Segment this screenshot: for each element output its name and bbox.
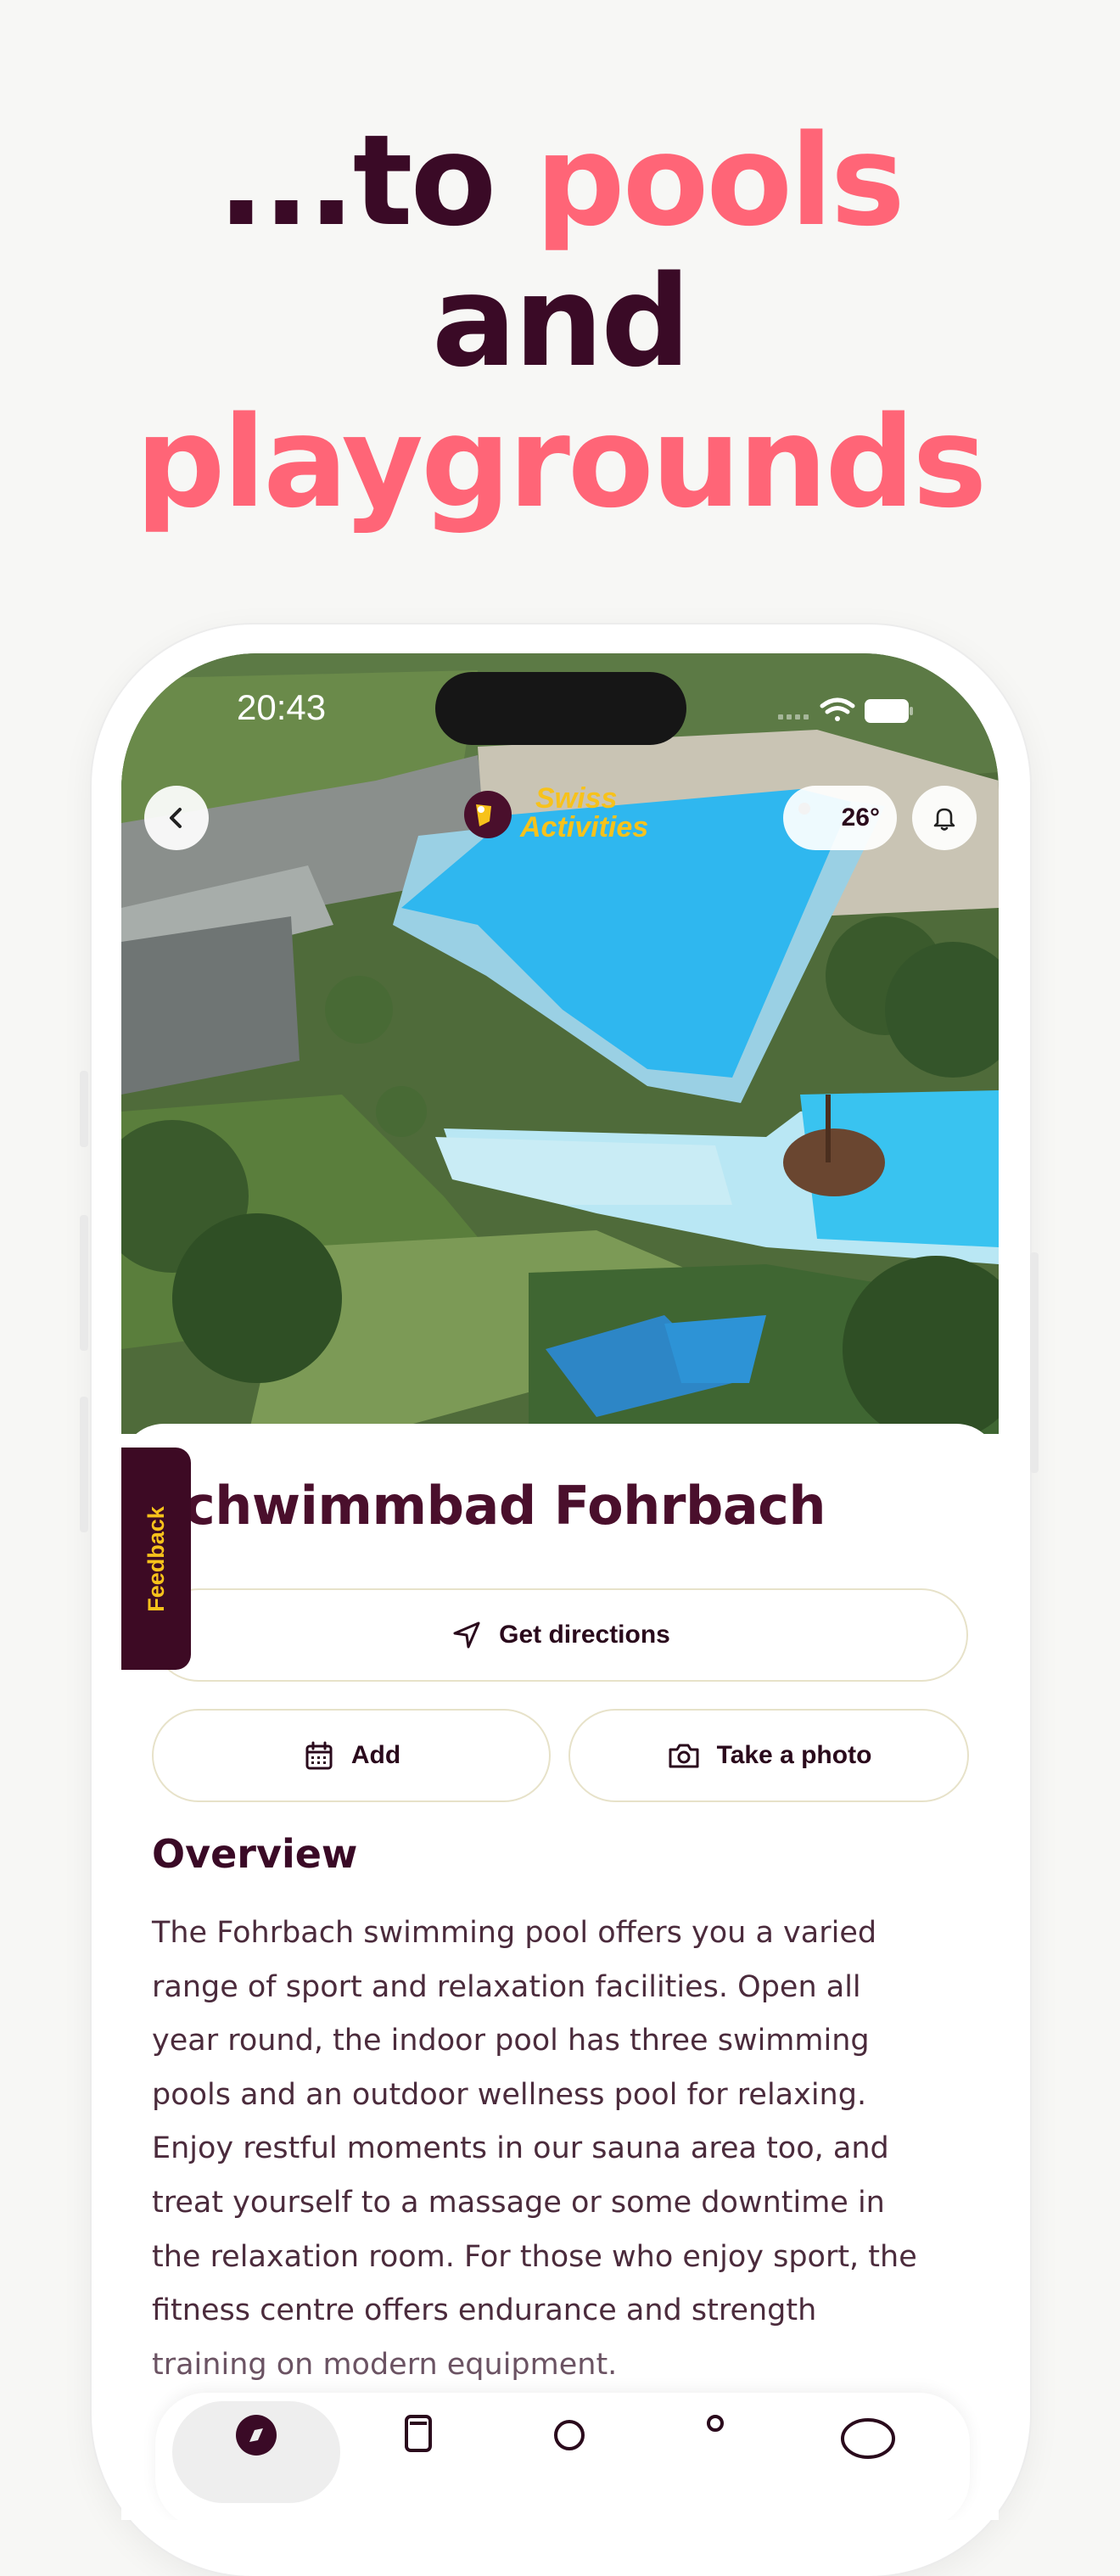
get-directions-button[interactable]: Get directions — [152, 1588, 968, 1682]
feedback-label: Feedback — [143, 1505, 169, 1612]
tab-tickets[interactable] — [367, 2401, 469, 2503]
phone-volume-down — [80, 1397, 88, 1532]
headline-pools: pools — [535, 108, 905, 254]
feedback-tab[interactable]: Feedback — [121, 1448, 191, 1670]
bottom-tab-bar — [155, 2393, 970, 2520]
overview-line: treat yourself to a massage or some down… — [152, 2185, 885, 2220]
notifications-button[interactable] — [912, 786, 977, 850]
back-button[interactable] — [144, 786, 209, 850]
status-bar-time: 20:43 — [237, 687, 327, 727]
tab-search[interactable] — [520, 2401, 622, 2503]
overview-line: year round, the indoor pool has three sw… — [152, 2024, 870, 2058]
take-photo-button[interactable]: Take a photo — [568, 1709, 969, 1802]
status-bar-icons — [778, 697, 913, 723]
ticket-icon — [405, 2415, 432, 2452]
overview-title: Overview — [152, 1831, 358, 1877]
signal-icon — [778, 714, 809, 720]
search-icon — [554, 2420, 585, 2450]
add-to-calendar-button[interactable]: Add — [152, 1709, 551, 1802]
logo-mascot-icon — [464, 791, 512, 838]
chat-bubble-icon — [841, 2418, 895, 2459]
overview-line: pools and an outdoor wellness pool for r… — [152, 2077, 867, 2112]
weather-badge[interactable]: 26° — [783, 786, 897, 850]
tab-explore[interactable] — [172, 2401, 340, 2503]
navigation-arrow-icon — [453, 1621, 480, 1649]
logo-text-swiss: Swiss — [535, 782, 618, 815]
swiss-activities-logo: Swiss Activities — [461, 782, 664, 850]
tab-chat[interactable] — [817, 2401, 919, 2503]
dynamic-island — [435, 672, 686, 745]
moon-icon — [798, 803, 810, 815]
headline-playgrounds: playgrounds — [135, 389, 988, 535]
overview-line: fitness centre offers endurance and stre… — [152, 2293, 817, 2328]
back-chevron-icon — [170, 808, 182, 828]
phone-screen: 20:43 Swiss Activities 26° chwimmbad Foh… — [121, 653, 999, 2520]
phone-power-button — [1030, 1252, 1039, 1473]
overview-line: training on modern equipment. — [152, 2347, 618, 2382]
headline-prefix: ...to — [217, 108, 535, 254]
overview-line: range of sport and relaxation facilities… — [152, 1969, 861, 2004]
compass-icon — [236, 2415, 277, 2456]
overview-text: The Fohrbach swimming pool offers you a … — [152, 1907, 992, 2392]
add-label: Add — [350, 1741, 401, 1769]
tab-profile[interactable] — [664, 2401, 766, 2503]
marketing-headline: ...to pools and playgrounds — [0, 110, 1120, 533]
phone-mute-switch — [80, 1071, 88, 1147]
place-title: chwimmbad Fohrbach — [184, 1475, 826, 1537]
phone-volume-up — [80, 1215, 88, 1351]
overview-line: the relaxation room. For those who enjoy… — [152, 2239, 917, 2274]
battery-icon — [865, 699, 913, 723]
overview-line: Enjoy restful moments in our sauna area … — [152, 2131, 889, 2166]
logo-text-activities: Activities — [520, 811, 649, 843]
bell-icon — [933, 808, 955, 831]
weather-temperature: 26° — [841, 804, 880, 832]
get-directions-label: Get directions — [499, 1621, 670, 1649]
wifi-icon — [820, 697, 855, 721]
headline-and: and — [431, 249, 691, 395]
user-icon — [707, 2415, 724, 2432]
overview-line: The Fohrbach swimming pool offers you a … — [152, 1916, 877, 1950]
camera-icon — [669, 1744, 699, 1768]
take-photo-label: Take a photo — [716, 1741, 872, 1769]
hero-image-pool — [121, 653, 999, 1434]
calendar-icon — [305, 1741, 333, 1770]
